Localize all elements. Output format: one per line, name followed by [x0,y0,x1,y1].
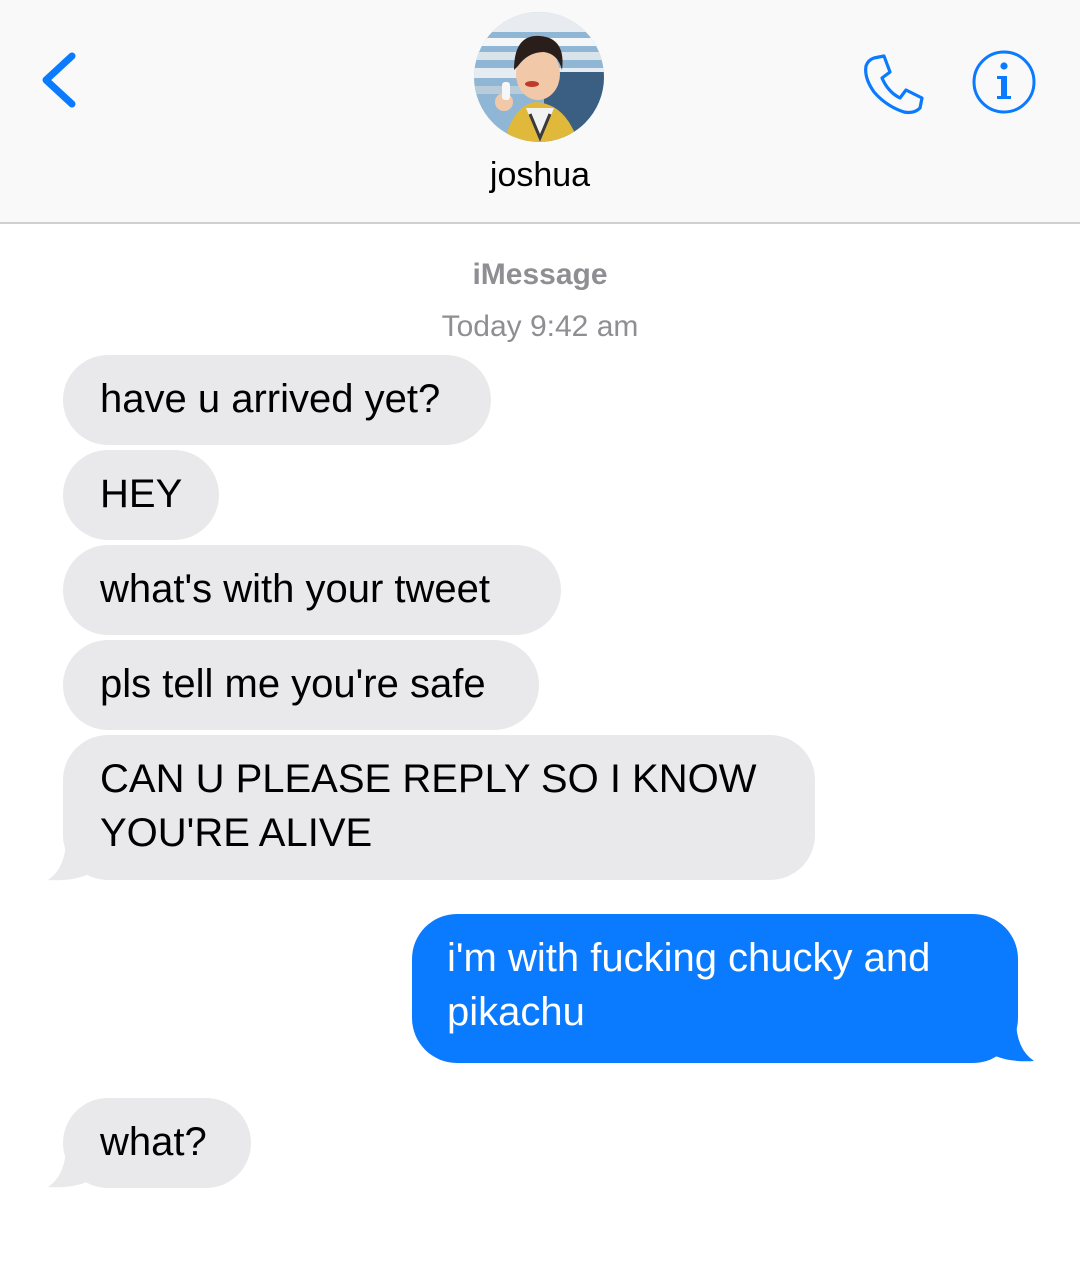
contact-name[interactable]: joshua [0,156,1080,195]
bubble-tail [48,1145,96,1188]
message-bubble-outgoing[interactable]: i'm with fucking chucky and pikachu [412,914,1018,1063]
message-text-line: YOU'RE ALIVE [100,811,373,855]
bubble-tail [48,838,96,881]
message-bubble-incoming[interactable]: pls tell me you're safe [63,640,539,730]
message-text-line: pikachu [447,990,585,1034]
message-text-line: i'm with fucking chucky and [447,936,931,980]
message-bubble-incoming[interactable]: what's with your tweet [63,545,561,635]
timestamp: Today 9:42 am [441,310,639,343]
message-text: what's with your tweet [100,567,491,611]
message-bubble-incoming[interactable]: CAN U PLEASE REPLY SO I KNOW YOU'RE ALIV… [63,735,815,880]
avatar[interactable] [474,12,604,142]
message-bubble-incoming[interactable]: HEY [63,450,219,540]
message-text-line: CAN U PLEASE REPLY SO I KNOW [100,757,757,801]
contact-photo [474,12,604,142]
message-text: HEY [100,472,183,516]
chevron-left-icon[interactable] [34,48,94,112]
info-icon[interactable] [970,48,1038,116]
message-text: pls tell me you're safe [100,662,486,706]
message-text: what? [100,1120,207,1164]
conversation-header: joshua [0,0,1080,224]
bubble-tail [986,1019,1034,1062]
message-bubble-incoming[interactable]: have u arrived yet? [63,355,491,445]
message-text: have u arrived yet? [100,377,441,421]
phone-icon[interactable] [858,52,928,118]
service-label: iMessage [472,258,608,291]
